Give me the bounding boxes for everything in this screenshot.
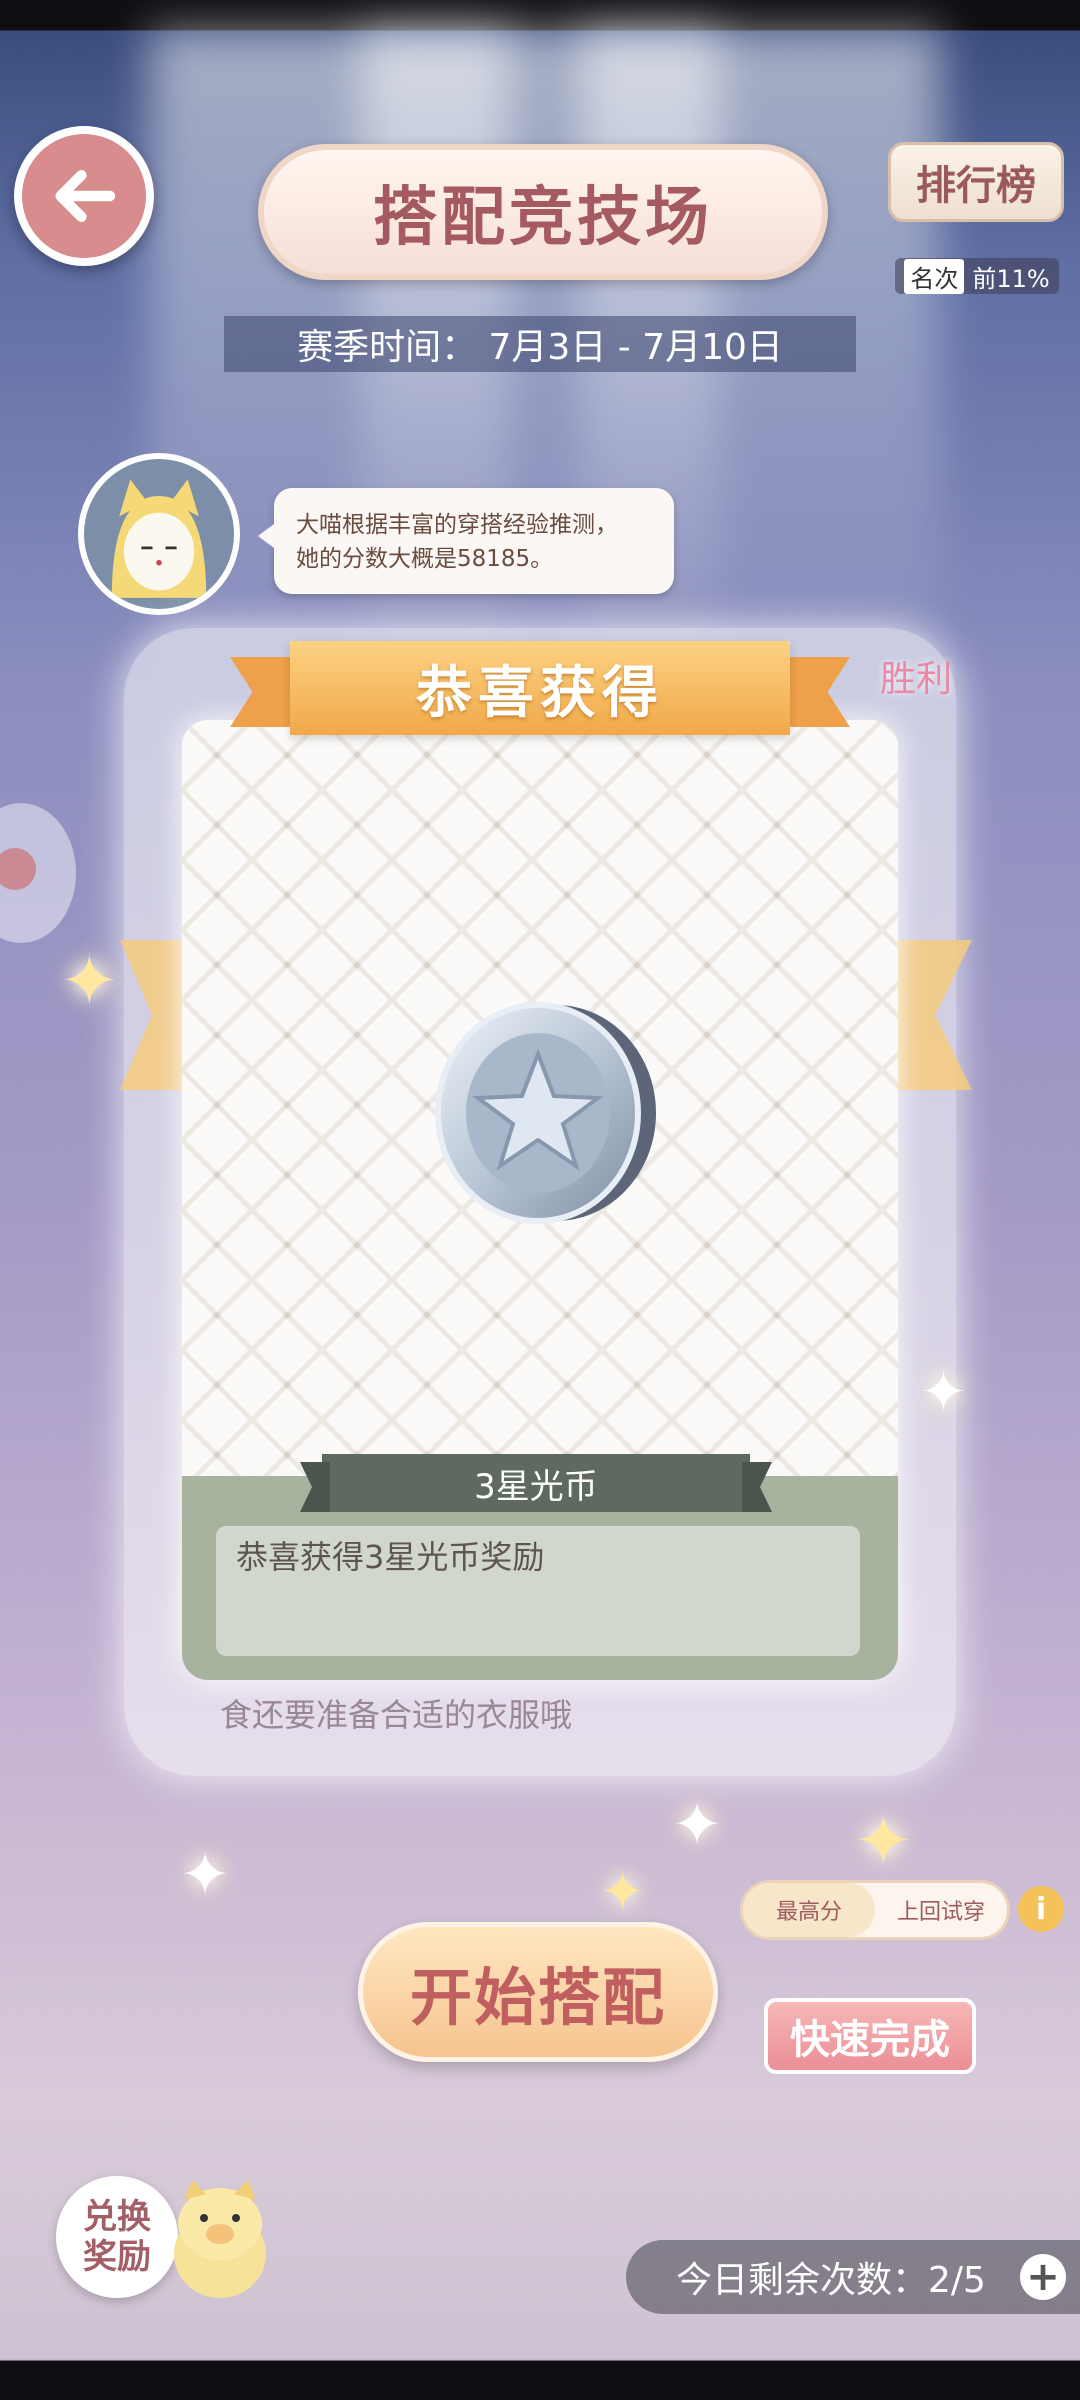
sparkle-decoration: ✦ xyxy=(920,1360,967,1425)
exchange-line-1: 兑换 xyxy=(83,2197,151,2237)
sparkle-decoration: ✦ xyxy=(600,1860,646,1923)
back-button[interactable] xyxy=(14,126,154,266)
sparkle-decoration: ✦ xyxy=(672,1790,723,1860)
sparkle-decoration: ✦ xyxy=(180,1840,231,1910)
cat-avatar xyxy=(78,453,240,615)
pig-mascot-icon xyxy=(174,2180,266,2298)
side-circle-button[interactable] xyxy=(0,803,76,943)
sparkle-decoration: ✦ xyxy=(60,940,119,1022)
sparkle-decoration: ✦ xyxy=(854,1800,913,1882)
spotlight-right xyxy=(580,30,940,730)
reward-banner: 恭喜获得 xyxy=(230,641,850,735)
plus-icon[interactable]: + xyxy=(1020,2254,1066,2300)
remaining-attempts: 今日剩余次数：2/5 + xyxy=(626,2240,1080,2314)
remaining-text: 今日剩余次数：2/5 xyxy=(676,2260,986,2301)
reward-description: 恭喜获得3星光币奖励 xyxy=(216,1526,860,1656)
win-label: 胜利 xyxy=(880,659,953,700)
quick-complete-button[interactable]: 快速完成 xyxy=(764,1998,976,2074)
reward-item-name: 3星光币 xyxy=(322,1454,750,1512)
leaderboard-button[interactable]: 排行榜 xyxy=(888,142,1064,222)
info-icon[interactable]: i xyxy=(1018,1886,1064,1932)
page-title: 搭配竞技场 xyxy=(373,180,713,255)
star-coin-icon xyxy=(435,1002,656,1224)
rank-label: 名次 xyxy=(904,258,965,294)
ribbon-body: 恭喜获得 xyxy=(290,641,790,735)
hint-bubble: 大喵根据丰富的穿搭经验推测， 她的分数大概是58185。 xyxy=(258,488,674,594)
hint-line-1: 大喵根据丰富的穿搭经验推测， xyxy=(296,512,618,538)
page-title-plate: 搭配竞技场 xyxy=(258,144,828,280)
background-hint-text: 食还要准备合适的衣服哦 xyxy=(220,1696,573,1734)
rank-value: 前11% xyxy=(972,264,1050,293)
start-match-label: 开始搭配 xyxy=(409,1961,666,2034)
toggle-highest-score[interactable]: 最高分 xyxy=(743,1883,875,1937)
rank-badge: 名次 前11% xyxy=(895,258,1059,294)
arrow-left-icon xyxy=(55,170,116,222)
reward-banner-text: 恭喜获得 xyxy=(416,660,664,726)
start-match-button[interactable]: 开始搭配 xyxy=(358,1922,718,2062)
cat-hood-icon xyxy=(84,459,234,609)
season-time: 赛季时间： 7月3日 - 7月10日 xyxy=(224,316,856,372)
exchange-reward-button[interactable]: 兑换 奖励 xyxy=(56,2176,178,2298)
hint-line-2: 她的分数大概是58185。 xyxy=(296,546,554,572)
score-toggle[interactable]: 最高分 上回试穿 xyxy=(740,1880,1010,1940)
toggle-last-try[interactable]: 上回试穿 xyxy=(875,1883,1007,1937)
exchange-line-2: 奖励 xyxy=(83,2237,151,2277)
